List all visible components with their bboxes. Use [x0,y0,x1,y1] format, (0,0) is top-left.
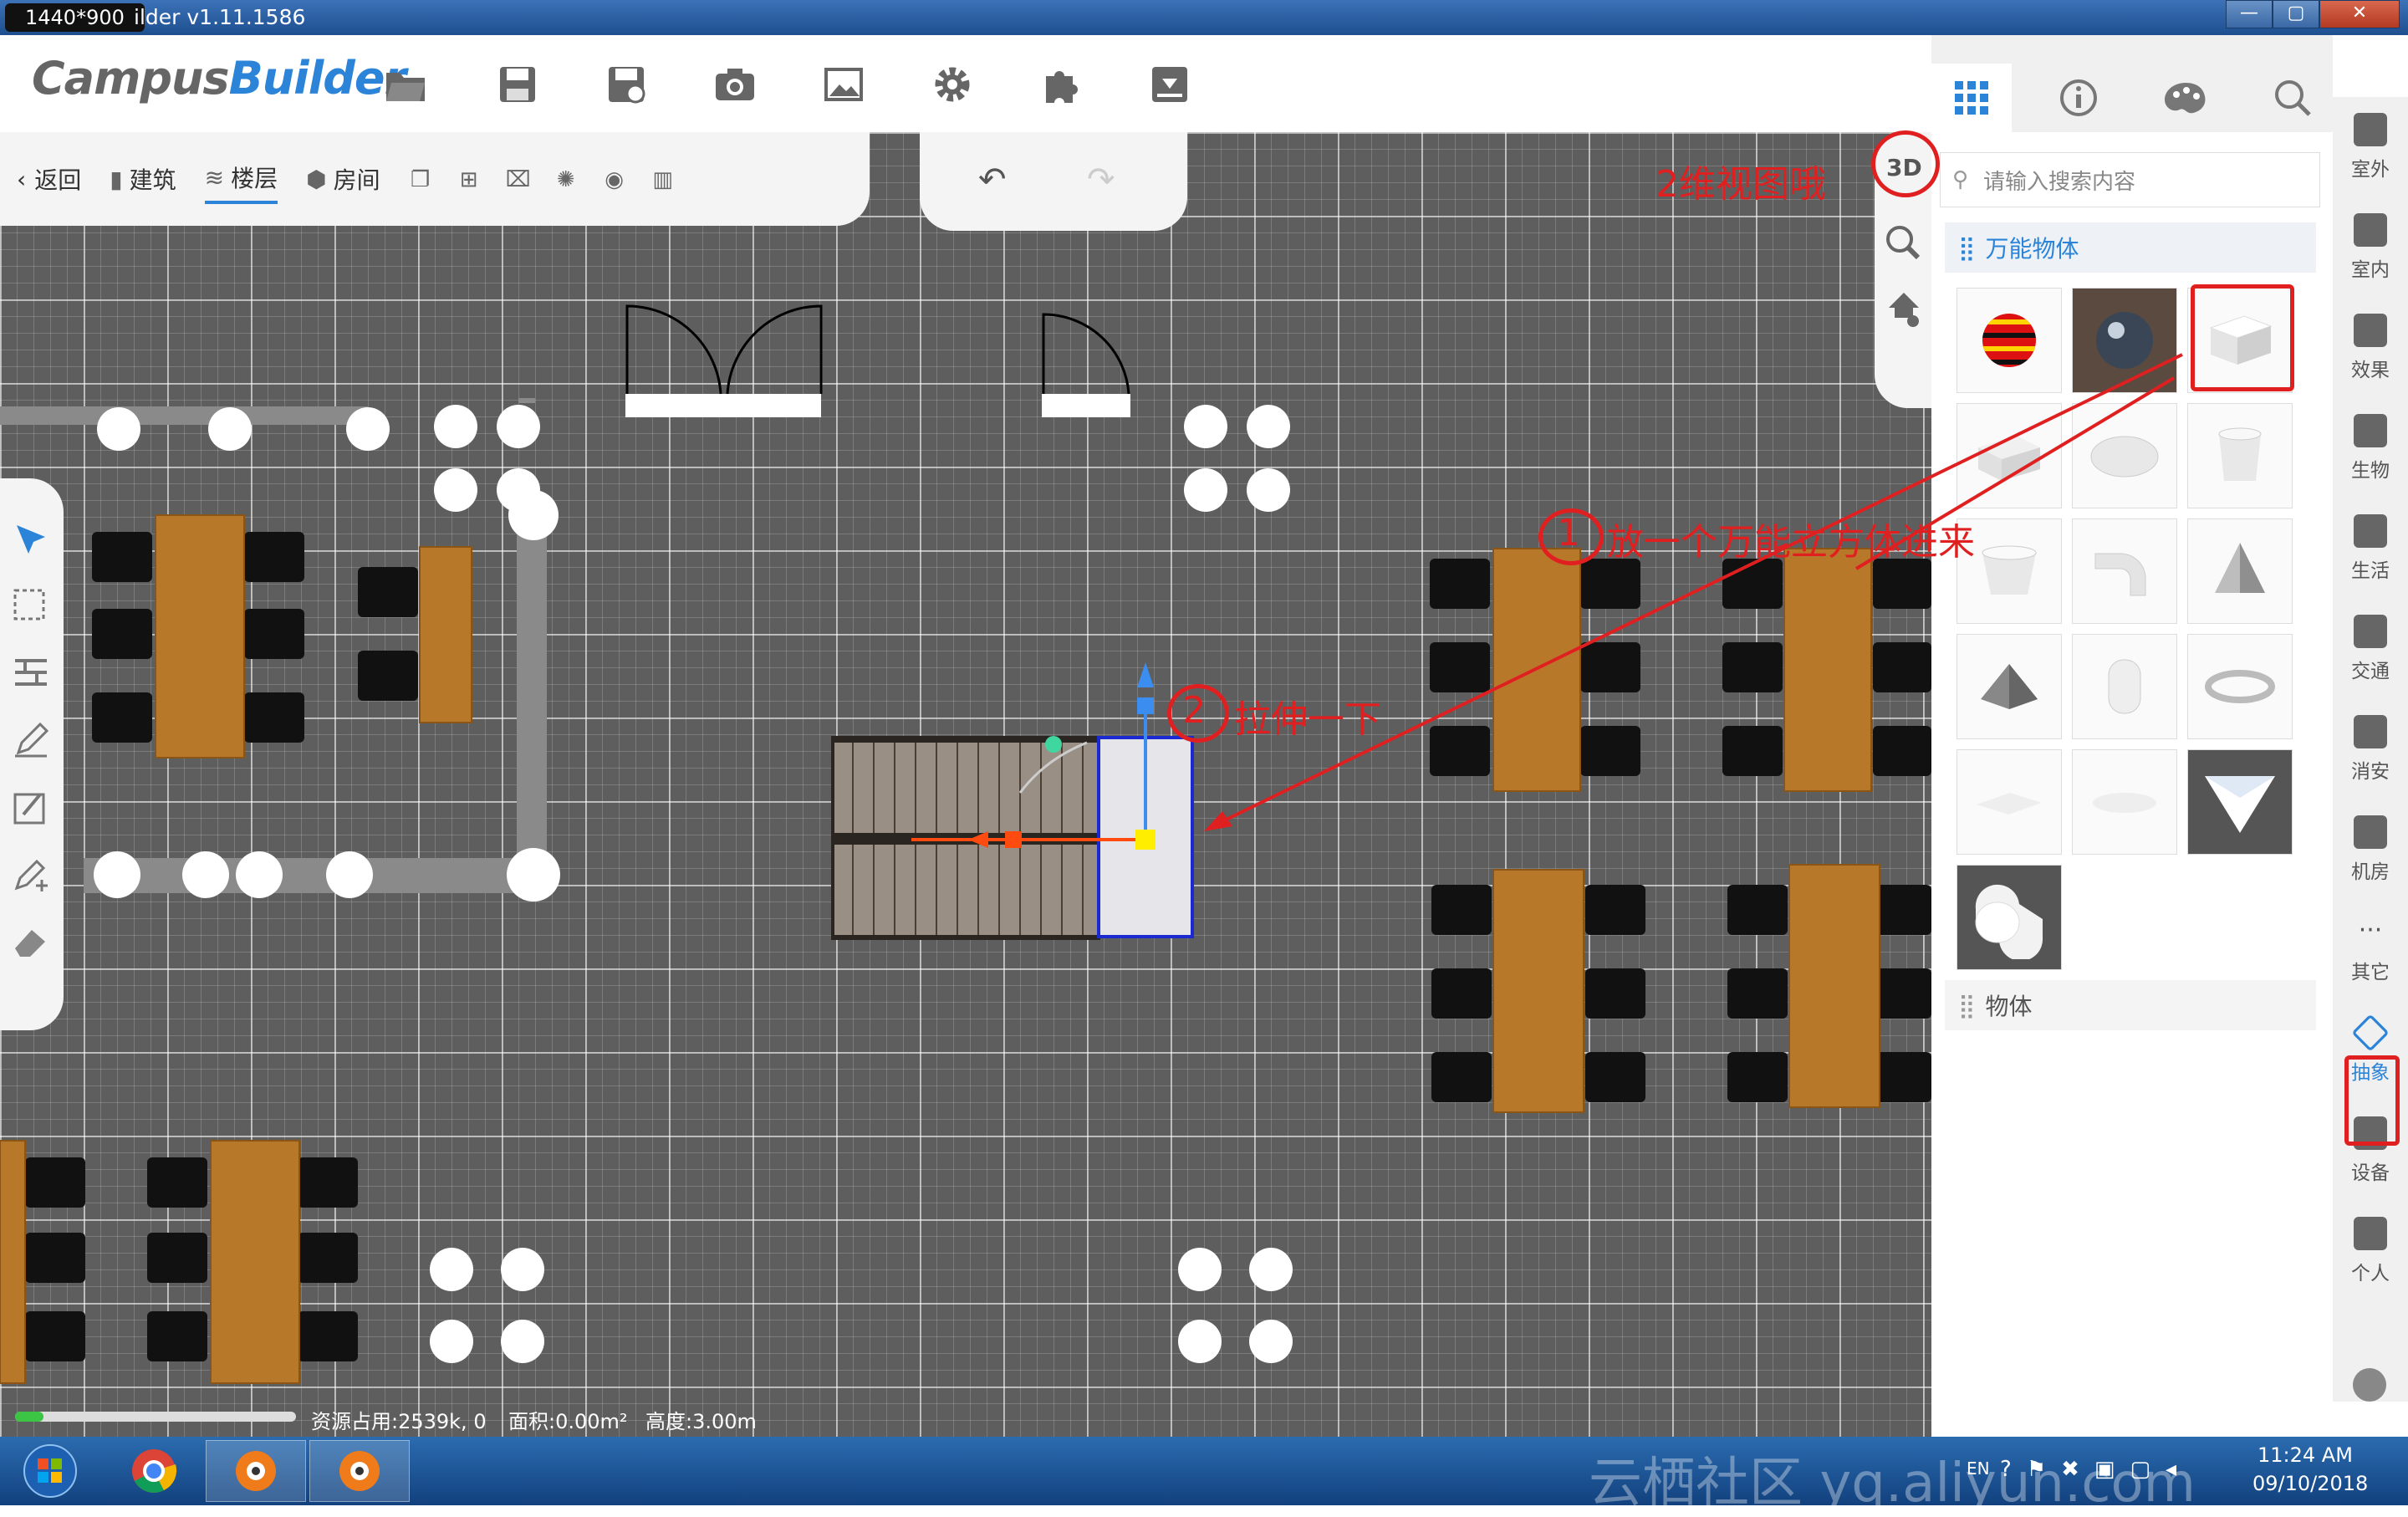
annotation-arrows [1204,353,2183,831]
